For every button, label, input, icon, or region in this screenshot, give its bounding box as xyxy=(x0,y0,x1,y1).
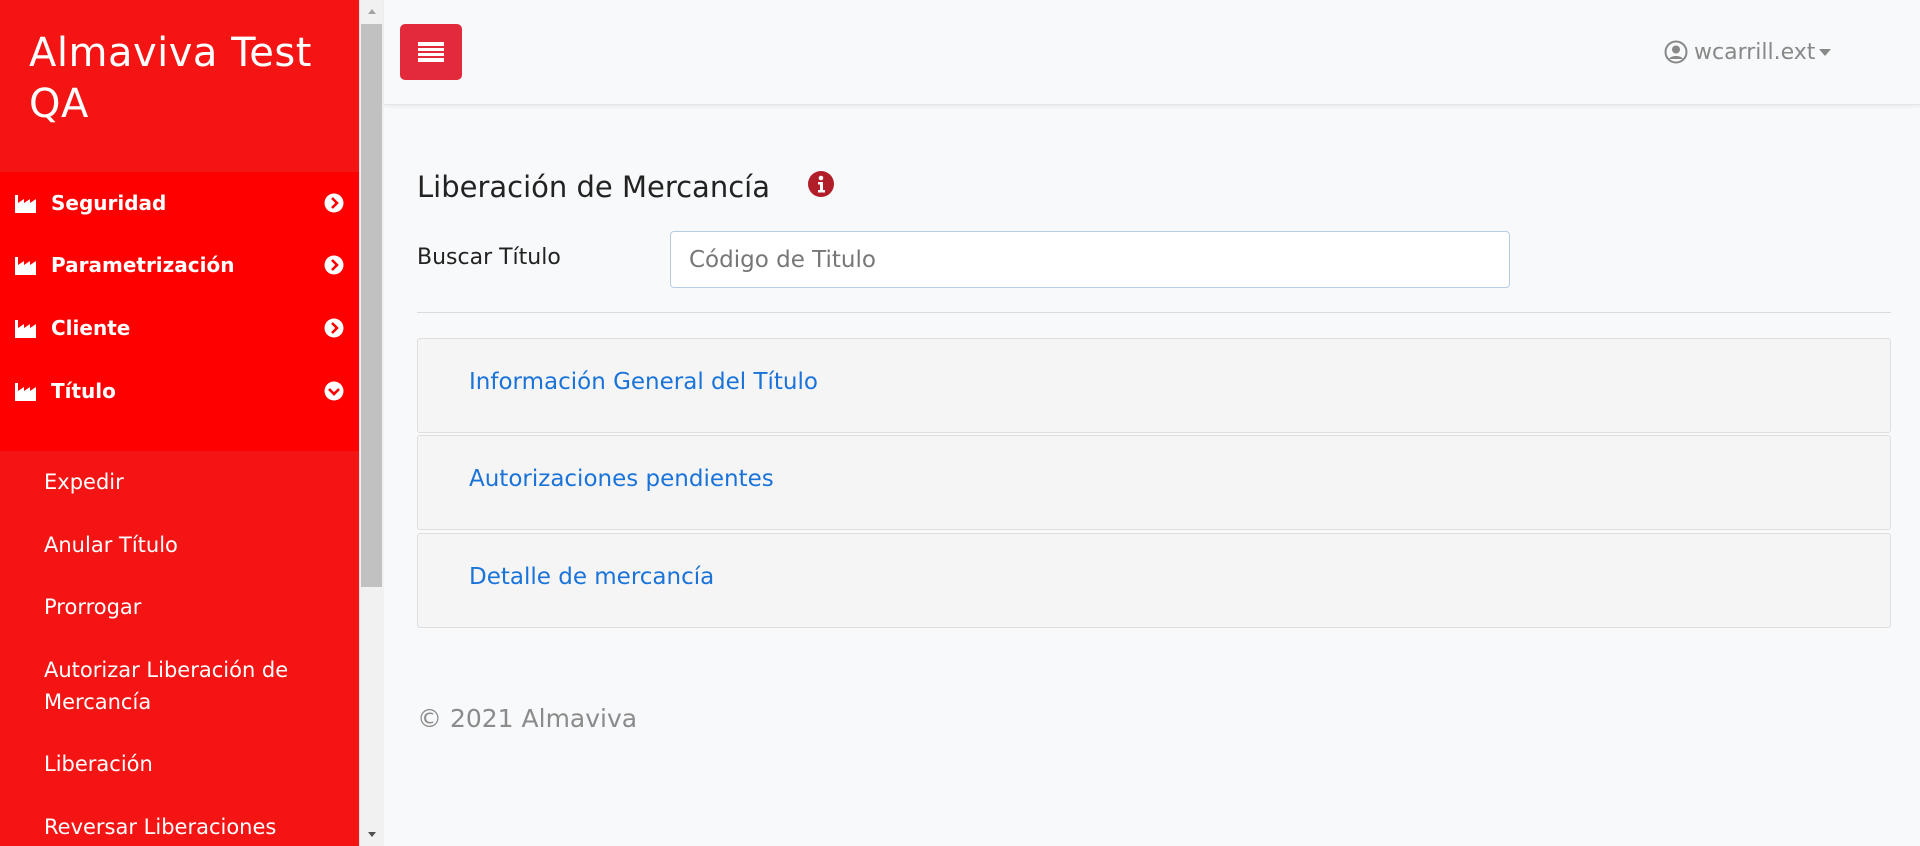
submenu-item-prorrogar[interactable]: Prorrogar xyxy=(44,591,344,623)
chevron-circle-right-icon xyxy=(324,193,344,213)
sidebar-item-label: Parametrización xyxy=(51,253,235,277)
sidebar-item-seguridad[interactable]: Seguridad xyxy=(0,172,359,234)
sidebar-item-parametrizacion[interactable]: Parametrización xyxy=(0,234,359,296)
scrollbar-thumb[interactable] xyxy=(361,24,382,587)
panel-title[interactable]: Detalle de mercancía xyxy=(469,564,714,590)
menu-list-icon xyxy=(418,42,444,62)
panel-informacion-general[interactable]: Información General del Título xyxy=(417,338,1891,433)
panel-autorizaciones-pendientes[interactable]: Autorizaciones pendientes xyxy=(417,435,1891,530)
sidebar-item-label: Cliente xyxy=(51,316,131,340)
factory-icon xyxy=(15,257,36,275)
footer-copyright: © 2021 Almaviva xyxy=(417,704,638,733)
info-icon[interactable] xyxy=(808,171,834,197)
app-brand[interactable]: Almaviva Test QA xyxy=(29,28,349,130)
sidebar-item-label: Título xyxy=(51,379,116,403)
submenu-item-anular-titulo[interactable]: Anular Título xyxy=(44,529,344,561)
sidebar-item-cliente[interactable]: Cliente xyxy=(0,297,359,359)
submenu-item-liberacion[interactable]: Liberación xyxy=(44,748,344,780)
main-content: Liberación de Mercancía Buscar Título In… xyxy=(384,105,1920,846)
divider xyxy=(417,312,1891,313)
factory-icon xyxy=(15,320,36,338)
chevron-circle-right-icon xyxy=(324,255,344,275)
factory-icon xyxy=(15,383,36,401)
sidebar-scrollbar[interactable] xyxy=(359,0,384,846)
sidebar: Almaviva Test QA Seguridad Parametrizaci… xyxy=(0,0,359,846)
sidebar-item-titulo[interactable]: Título xyxy=(0,360,359,422)
chevron-circle-right-icon xyxy=(324,318,344,338)
search-input[interactable] xyxy=(670,231,1510,288)
sidebar-menu: Seguridad Parametrización Cliente Título xyxy=(0,172,359,451)
page-title: Liberación de Mercancía xyxy=(417,170,770,204)
scroll-down-arrow-icon[interactable] xyxy=(360,824,384,846)
user-name: wcarrill.ext xyxy=(1694,39,1816,65)
panel-title[interactable]: Autorizaciones pendientes xyxy=(469,466,774,492)
user-dropdown[interactable]: wcarrill.ext xyxy=(1664,36,1839,68)
panel-detalle-mercancia[interactable]: Detalle de mercancía xyxy=(417,533,1891,628)
panel-title[interactable]: Información General del Título xyxy=(469,369,818,395)
chevron-circle-down-icon xyxy=(324,381,344,401)
scroll-up-arrow-icon[interactable] xyxy=(360,0,384,22)
sidebar-item-label: Seguridad xyxy=(51,191,167,215)
submenu-item-autorizar-liberacion[interactable]: Autorizar Liberación de Mercancía xyxy=(44,654,344,718)
submenu-item-expedir[interactable]: Expedir xyxy=(44,466,344,498)
caret-down-icon xyxy=(1819,49,1832,56)
search-label: Buscar Título xyxy=(417,245,561,270)
factory-icon xyxy=(15,195,36,213)
user-circle-icon xyxy=(1664,40,1688,64)
top-navbar: wcarrill.ext xyxy=(384,0,1920,105)
submenu-item-reversar-liberaciones[interactable]: Reversar Liberaciones xyxy=(44,811,344,843)
sidebar-toggle-button[interactable] xyxy=(400,24,462,80)
